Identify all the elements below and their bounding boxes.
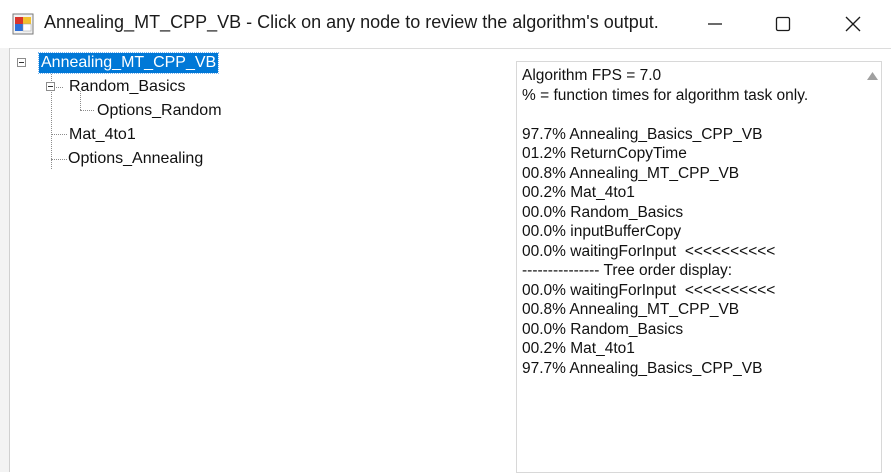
minimize-icon: [708, 23, 722, 25]
minimize-button[interactable]: [680, 0, 750, 48]
algorithm-output-panel[interactable]: Algorithm FPS = 7.0 % = function times f…: [516, 61, 882, 473]
output-line: 00.8% Annealing_MT_CPP_VB: [522, 164, 740, 182]
tree-connector: [51, 159, 67, 160]
tree-node-mat-4to1[interactable]: Mat_4to1: [69, 125, 136, 145]
output-line: 00.8% Annealing_MT_CPP_VB: [522, 301, 740, 318]
output-line: % = function times for algorithm task on…: [522, 86, 809, 104]
output-line: 00.0% Random_Basics: [522, 320, 684, 338]
scroll-up-arrow-icon: [867, 72, 878, 80]
output-line: --------------- Tree order display:: [522, 262, 733, 279]
maximize-icon: [775, 16, 791, 32]
tree-connector: [80, 110, 94, 111]
app-icon: [12, 13, 34, 35]
maximize-button[interactable]: [748, 0, 818, 48]
tree-connector: [51, 134, 67, 135]
tree-node-options-annealing[interactable]: Options_Annealing: [68, 149, 203, 169]
collapse-icon[interactable]: [46, 82, 55, 91]
output-line: 97.7% Annealing_Basics_CPP_VB: [522, 125, 763, 143]
output-line: 00.2% Mat_4to1: [522, 340, 635, 357]
tree-node-options-random[interactable]: Options_Random: [97, 101, 222, 121]
output-line: 00.2% Mat_4to1: [522, 184, 635, 201]
client-area: Annealing_MT_CPP_VB Random_Basics Option…: [10, 48, 891, 473]
output-line: 01.2% ReturnCopyTime: [522, 145, 687, 162]
output-line: 97.7% Annealing_Basics_CPP_VB: [522, 359, 763, 377]
window-title: Annealing_MT_CPP_VB - Click on any node …: [44, 12, 659, 32]
collapse-icon[interactable]: [17, 58, 26, 67]
output-line: 00.0% waitingForInput <<<<<<<<<<: [522, 242, 776, 260]
output-line: 00.0% Random_Basics: [522, 203, 684, 221]
vertical-scrollbar[interactable]: [864, 62, 881, 472]
tree-node-annealing-mt-cpp-vb[interactable]: Annealing_MT_CPP_VB: [37, 52, 220, 74]
output-line: Algorithm FPS = 7.0: [522, 67, 662, 84]
algorithm-tree-view[interactable]: Annealing_MT_CPP_VB Random_Basics Option…: [10, 49, 510, 473]
close-icon: [845, 16, 861, 32]
close-button[interactable]: [818, 0, 888, 48]
scroll-up-button[interactable]: [864, 62, 881, 90]
tree-node-random-basics[interactable]: Random_Basics: [69, 77, 186, 97]
window-left-edge: [0, 48, 10, 472]
title-bar[interactable]: Annealing_MT_CPP_VB - Click on any node …: [0, 0, 891, 48]
output-text: Algorithm FPS = 7.0 % = function times f…: [522, 66, 862, 378]
output-line: 00.0% waitingForInput <<<<<<<<<<: [522, 281, 776, 299]
output-line: 00.0% inputBufferCopy: [522, 223, 682, 240]
